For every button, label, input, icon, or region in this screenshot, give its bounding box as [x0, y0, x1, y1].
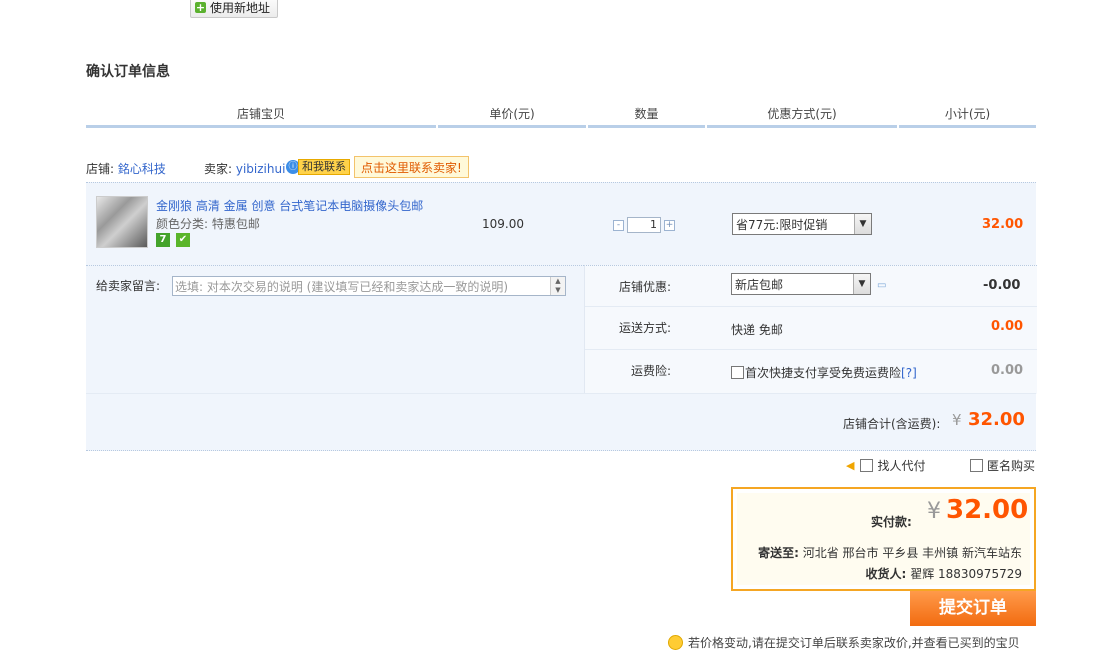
chat-label: 和我联系: [298, 159, 350, 175]
quantity-decrease-button[interactable]: -: [613, 219, 624, 231]
row-divider: [585, 306, 1037, 307]
shipping-label: 运送方式:: [619, 321, 672, 335]
bottom-tip-text: 若价格变动,请在提交订单后联系卖家改价,并查看已买到的宝贝: [688, 636, 1020, 650]
store-total-label: 店铺合计(含运费):: [843, 417, 941, 431]
shipping-method: 快递 免邮: [731, 323, 783, 337]
row-divider: [585, 349, 1037, 350]
seller-name-link[interactable]: yibizihui: [236, 162, 286, 176]
lightbulb-icon: [668, 635, 683, 650]
section-title: 确认订单信息: [86, 64, 170, 80]
proxy-pay-option: ◀ 找人代付: [846, 457, 925, 474]
plus-icon: +: [195, 0, 206, 14]
shipping-fee: 0.00: [991, 319, 1024, 334]
message-placeholder: 选填: 对本次交易的说明 (建议填写已经和卖家达成一致的说明): [175, 280, 509, 294]
insurance-option-text: 首次快捷支付享受免费运费险: [745, 366, 902, 380]
payment-amount: 32.00: [946, 495, 1029, 525]
quantity-input[interactable]: 1: [627, 217, 661, 233]
quantity-increase-button[interactable]: +: [664, 219, 675, 231]
message-label: 给卖家留言:: [96, 279, 161, 293]
speaker-icon: ◀: [846, 459, 855, 472]
comment-icon[interactable]: ▭: [877, 280, 886, 291]
store-discount-amount: -0.00: [983, 278, 1021, 293]
store-label: 店铺:: [86, 162, 115, 176]
store-total-bar: 店铺合计(含运费): ¥ 32.00: [86, 393, 1036, 451]
message-section: 给卖家留言: 选填: 对本次交易的说明 (建议填写已经和卖家达成一致的说明) ▲…: [86, 265, 584, 394]
receiver-info: 翟辉 18830975729: [910, 567, 1022, 581]
bottom-tip: 若价格变动,请在提交订单后联系卖家改价,并查看已买到的宝贝: [668, 634, 1020, 651]
use-new-address-label: 使用新地址: [210, 0, 271, 15]
anonymous-checkbox[interactable]: [970, 459, 983, 472]
quantity-stepper: - 1 +: [613, 217, 675, 233]
column-header-subtotal: 小计(元): [944, 107, 991, 121]
insurance-fee: 0.00: [991, 363, 1024, 378]
insurance-checkbox[interactable]: [731, 366, 744, 379]
store-total-amount: 32.00: [968, 409, 1025, 430]
receiver: 收货人: 翟辉 18830975729: [866, 565, 1022, 582]
product-name-link[interactable]: 金刚狼 高清 金属 创意 台式笔记本电脑摄像头包邮: [156, 197, 423, 214]
insurance-option: 首次快捷支付享受免费运费险 [?]: [731, 364, 917, 381]
contact-tip[interactable]: 点击这里联系卖家!: [354, 156, 469, 178]
store-discount-value: 新店包邮: [735, 277, 784, 292]
column-header-price: 单价(元): [489, 107, 535, 121]
dropdown-arrow-icon: ▼: [854, 214, 871, 234]
column-divider: [86, 125, 436, 128]
proxy-pay-label: 找人代付: [877, 459, 926, 473]
textarea-scrollbar[interactable]: ▲ ▼: [550, 277, 565, 295]
ship-to-address: 河北省 邢台市 平乡县 丰州镇 新汽车站东: [802, 546, 1022, 560]
column-divider: [588, 125, 705, 128]
order-options-panel: 店铺优惠: 新店包邮 ▼ ▭ -0.00 运送方式: 快递 免邮 0.00 运费…: [584, 265, 1037, 394]
contact-seller-button[interactable]: ⓘ 和我联系: [286, 159, 350, 175]
proxy-pay-checkbox[interactable]: [860, 459, 874, 472]
anonymous-label: 匿名购买: [987, 459, 1036, 473]
store-info: 店铺: 銘心科技: [86, 160, 166, 177]
message-to-seller-input[interactable]: 选填: 对本次交易的说明 (建议填写已经和卖家达成一致的说明) ▲ ▼: [172, 276, 566, 296]
use-new-address-button[interactable]: + 使用新地址: [190, 0, 278, 18]
column-header-item: 店铺宝贝: [236, 107, 285, 121]
column-divider: [438, 125, 586, 128]
ship-to-label: 寄送至:: [758, 546, 799, 560]
insurance-label: 运费险:: [631, 364, 672, 378]
seller-label: 卖家:: [204, 162, 233, 176]
column-header-quantity: 数量: [634, 107, 659, 121]
seller-info: 卖家: yibizihui: [204, 160, 285, 177]
item-subtotal: 32.00: [982, 217, 1024, 232]
dropdown-arrow-icon: ▼: [853, 274, 870, 294]
store-discount-label: 店铺优惠:: [619, 280, 672, 294]
seven-day-return-icon[interactable]: 7: [156, 233, 170, 247]
guarantee-icon[interactable]: ✔: [176, 233, 190, 247]
order-item-row: 金刚狼 高清 金属 创意 台式笔记本电脑摄像头包邮 颜色分类: 特惠包邮 7 ✔…: [86, 182, 1036, 265]
column-divider: [899, 125, 1036, 128]
unit-price: 109.00: [482, 217, 524, 231]
insurance-help-link[interactable]: [?]: [901, 366, 917, 380]
column-divider: [707, 125, 897, 128]
discount-select-value: 省77元:限时促销: [736, 217, 828, 232]
product-sku: 颜色分类: 特惠包邮: [156, 217, 260, 231]
column-header-discount: 优惠方式(元): [767, 107, 837, 121]
store-total-currency: ¥: [952, 411, 962, 429]
submit-order-button[interactable]: 提交订单: [910, 591, 1036, 626]
anonymous-option: 匿名购买: [970, 457, 1035, 474]
store-discount-select[interactable]: 新店包邮 ▼: [731, 273, 871, 295]
store-name-link[interactable]: 銘心科技: [118, 162, 166, 176]
discount-select[interactable]: 省77元:限时促销 ▼: [732, 213, 872, 235]
payment-summary: 实付款: ¥ 32.00 寄送至: 河北省 邢台市 平乡县 丰州镇 新汽车站东 …: [731, 487, 1036, 591]
ship-to: 寄送至: 河北省 邢台市 平乡县 丰州镇 新汽车站东: [758, 544, 1022, 561]
product-thumbnail[interactable]: [96, 196, 148, 248]
payment-label: 实付款:: [871, 515, 912, 529]
service-badges: 7 ✔: [156, 233, 190, 247]
payment-currency: ¥: [927, 499, 941, 524]
receiver-label: 收货人:: [865, 567, 907, 581]
